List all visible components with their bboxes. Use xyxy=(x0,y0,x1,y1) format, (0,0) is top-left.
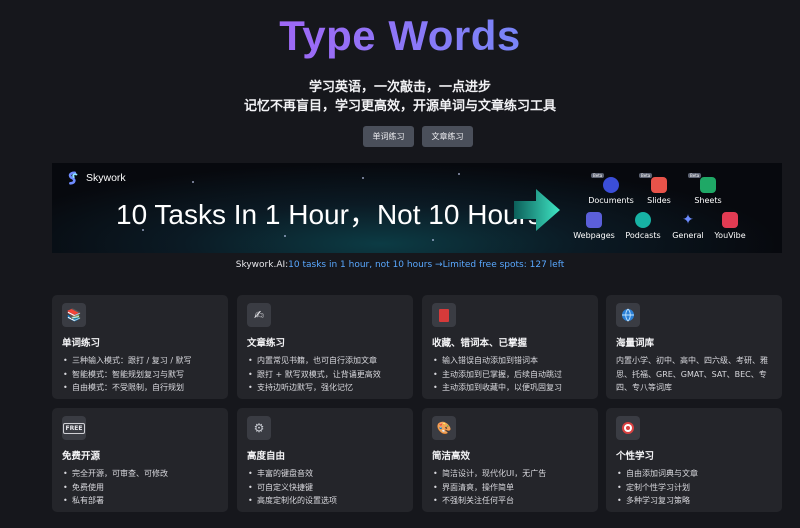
beta-badge: Beta xyxy=(688,173,702,178)
app-youvibe[interactable]: YouVibe xyxy=(700,212,760,240)
word-practice-button[interactable]: 单词练习 xyxy=(363,126,414,147)
feature-card-personalized: 个性学习 自由添加词典与文章 定制个性学习计划 多种学习复习策略 xyxy=(606,408,782,512)
youvibe-icon xyxy=(722,212,738,228)
beta-badge: Beta xyxy=(591,173,605,178)
tagline-secondary: 记忆不再盲目，学习更高效，开源单词与文章练习工具 xyxy=(243,99,556,114)
feature-item: 输入错误自动添加到错词本 xyxy=(432,354,588,368)
sponsor-link[interactable]: Skywork.AI:10 tasks in 1 hour, not 10 ho… xyxy=(0,260,800,270)
feature-title: 个性学习 xyxy=(616,451,655,462)
feature-item: 高度定制化的设置选项 xyxy=(247,494,403,508)
feature-item: 内置常见书籍，也可自行添加文章 xyxy=(247,354,403,368)
feature-item: 主动添加到收藏中，以便巩固复习 xyxy=(432,381,588,395)
sponsor-text: 10 tasks in 1 hour, not 10 hours →Limite… xyxy=(288,260,565,270)
skywork-logo-icon xyxy=(68,171,78,185)
app-label: YouVibe xyxy=(714,231,746,240)
feature-item: 智能模式：智能规划复习与默写 xyxy=(62,368,218,382)
star-sparkle xyxy=(362,177,364,179)
feature-description: 内置小学、初中、高中、四六级、考研、雅思、托福、GRE、GMAT、SAT、BEC… xyxy=(616,356,768,392)
books-icon: 📚 xyxy=(62,303,86,327)
feature-card-collections: 收藏、错词本、已掌握 输入错误自动添加到错词本 主动添加到已掌握，后续自动跳过 … xyxy=(422,295,598,399)
general-icon: ✦ xyxy=(682,212,694,228)
globe-icon xyxy=(616,303,640,327)
feature-card-simple: 🎨 简洁高效 简洁设计，现代化UI，无广告 界面清爽，操作简单 不强制关注任何平… xyxy=(422,408,598,512)
feature-item: 可自定义快捷键 xyxy=(247,481,403,495)
feature-item: 丰富的键盘音效 xyxy=(247,467,403,481)
writing-hand-icon: ✍ xyxy=(247,303,271,327)
article-practice-button[interactable]: 文章练习 xyxy=(422,126,473,147)
feature-item: 自由模式：不受限制，自行规划 xyxy=(62,381,218,395)
star-sparkle xyxy=(192,181,194,183)
feature-item: 跟打 + 默写双模式，让背诵更高效 xyxy=(247,368,403,382)
feature-title: 收藏、错词本、已掌握 xyxy=(432,338,528,349)
feature-item: 不强制关注任何平台 xyxy=(432,494,588,508)
feature-card-word-practice: 📚 单词练习 三种输入模式：跟打 / 复习 / 默写 智能模式：智能规划复习与默… xyxy=(52,295,228,399)
tagline-primary: 学习英语，一次敲击，一点进步 xyxy=(308,80,491,95)
palette-icon: 🎨 xyxy=(432,416,456,440)
feature-card-article-practice: ✍ 文章练习 内置常见书籍，也可自行添加文章 跟打 + 默写双模式，让背诵更高效… xyxy=(237,295,413,399)
feature-title: 高度自由 xyxy=(247,451,286,462)
feature-card-open-source: FREE 免费开源 完全开源，可审查、可修改 免费使用 私有部署 xyxy=(52,408,228,512)
feature-item: 简洁设计，现代化UI，无广告 xyxy=(432,467,588,481)
sponsor-banner[interactable]: Skywork 10 Tasks In 1 Hour，Not 10 Hours … xyxy=(52,163,782,253)
feature-item: 主动添加到已掌握，后续自动跳过 xyxy=(432,368,588,382)
feature-title: 文章练习 xyxy=(247,338,286,349)
feature-item: 定制个性学习计划 xyxy=(616,481,772,495)
sponsor-brand: Skywork.AI: xyxy=(235,260,289,270)
webpages-icon xyxy=(586,212,602,228)
documents-icon xyxy=(603,177,619,193)
app-label: Sheets xyxy=(694,196,722,205)
target-icon xyxy=(616,416,640,440)
app-sheets[interactable]: Beta Sheets xyxy=(678,173,738,205)
beta-badge: Beta xyxy=(639,173,653,178)
feature-item: 支持边听边默写，强化记忆 xyxy=(247,381,403,395)
feature-item: 三种输入模式：跟打 / 复习 / 默写 xyxy=(62,354,218,368)
star-sparkle xyxy=(458,173,460,175)
feature-title: 单词练习 xyxy=(62,338,101,349)
feature-title: 免费开源 xyxy=(62,451,101,462)
skywork-logo: Skywork xyxy=(66,171,126,185)
notebook-icon xyxy=(432,303,456,327)
feature-item: 界面清爽，操作简单 xyxy=(432,481,588,495)
feature-item: 免费使用 xyxy=(62,481,218,495)
slides-icon xyxy=(651,177,667,193)
arrow-right-icon xyxy=(514,189,560,231)
sheets-icon xyxy=(700,177,716,193)
feature-title: 海量词库 xyxy=(616,338,655,349)
feature-card-freedom: ⚙ 高度自由 丰富的键盘音效 可自定义快捷键 高度定制化的设置选项 xyxy=(237,408,413,512)
feature-card-word-library: 海量词库 内置小学、初中、高中、四六级、考研、雅思、托福、GRE、GMAT、SA… xyxy=(606,295,782,399)
feature-title: 简洁高效 xyxy=(432,451,471,462)
star-sparkle xyxy=(432,239,434,241)
feature-item: 多种学习复习策略 xyxy=(616,494,772,508)
star-sparkle xyxy=(284,235,286,237)
skywork-logo-text: Skywork xyxy=(86,172,126,184)
app-title: Type Words xyxy=(0,10,800,62)
podcasts-icon xyxy=(635,212,651,228)
feature-item: 私有部署 xyxy=(62,494,218,508)
gear-icon: ⚙ xyxy=(247,416,271,440)
feature-item: 自由添加词典与文章 xyxy=(616,467,772,481)
free-icon: FREE xyxy=(62,416,86,440)
banner-headline: 10 Tasks In 1 Hour，Not 10 Hours xyxy=(116,199,542,230)
feature-item: 完全开源，可审查、可修改 xyxy=(62,467,218,481)
